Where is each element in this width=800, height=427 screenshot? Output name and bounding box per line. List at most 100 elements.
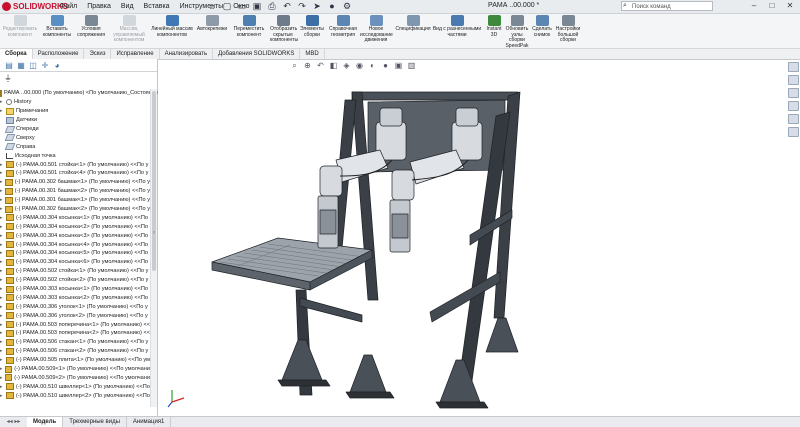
configuration-tab-icon[interactable]: ◫ [28,61,38,70]
assembly-model[interactable] [211,91,521,409]
tree-component[interactable]: ▸ (-) РАМА.00.304 косынка<1> (По умолчани… [0,213,150,222]
tree-item-label: (-) РАМА.00.304 косынка<5> (По умолчанию… [16,250,149,257]
print-icon[interactable]: ⎙ [266,1,278,12]
tree-component[interactable]: ▸ (-) РАМА.00.302 башмак<1> (По умолчанию… [0,178,150,187]
tree-component[interactable]: ▸ (-) РАМА.00.301 башмак<1> (По умолчанию… [0,196,150,205]
toolbar-button-0[interactable]: Редактировать компонент [2,15,38,38]
part-icon [6,347,14,355]
menu-2[interactable]: Вид [121,1,134,12]
menu-1[interactable]: Правка [87,1,111,12]
command-tab-5[interactable]: Добавления SOLIDWORKS [213,49,301,59]
save-icon[interactable]: ▣ [251,1,263,12]
toolbar-button-4[interactable]: Линейный массив компонентов [150,15,194,38]
open-icon[interactable]: ▭ [236,1,248,12]
options-icon[interactable]: ⚙ [341,1,353,12]
toolbar-button-5[interactable]: Автокрепежи [195,15,229,33]
menu-3[interactable]: Вставка [144,1,170,12]
tree-component[interactable]: ▸ (-) РАМА.00.303 косынка<2> (По умолчани… [0,293,150,302]
tree-item[interactable]: Датчики [0,116,150,125]
tree-component[interactable]: ▸ (-) РАМА.00.509<1> (По умолчанию) <<По … [0,365,150,374]
appearances-icon[interactable] [788,114,799,124]
scrollbar-thumb[interactable] [152,91,156,271]
tree-component[interactable]: ▸ (-) РАМА.00.304 косынка<5> (По умолчани… [0,249,150,258]
command-tab-3[interactable]: Исправление [111,49,160,59]
toolbar-button-15[interactable]: Сделать снимок [531,15,553,38]
tree-item[interactable]: ▸ Примечания [0,107,150,116]
feature-tree-tab-icon[interactable]: ▤ [4,61,14,70]
toolbar-button-12[interactable]: Вид с разнесенными частями [432,15,482,38]
command-tab-4[interactable]: Анализировать [160,49,214,59]
toolbar-button-8[interactable]: Элементы сборки [297,15,327,38]
tree-item[interactable]: Спереди [0,125,150,134]
minimize-icon[interactable]: – [746,0,762,12]
tree-component[interactable]: ▸ (-) РАМА.00.506 стакан<2> (По умолчанию… [0,347,150,356]
search-commands[interactable]: ⌕ Поиск команд [621,1,713,11]
tree-component[interactable]: ▸ (-) РАМА.00.306 уголок<1> (По умолчанию… [0,302,150,311]
graphics-area[interactable] [157,59,787,416]
toolbar-button-7[interactable]: Отобразить скрытые компоненты [270,15,298,44]
tree-component[interactable]: ▸ (-) РАМА.00.304 косынка<2> (По умолчани… [0,222,150,231]
property-manager-tab-icon[interactable]: ▦ [16,61,26,70]
toolbar-button-9[interactable]: Справочная геометрия [328,15,358,38]
tree-scrollbar[interactable] [150,89,157,407]
command-tab-6[interactable]: MBD [300,49,325,59]
maximize-icon[interactable]: □ [764,0,780,12]
command-tab-2[interactable]: Эскиз [84,49,112,59]
toolbar-button-16[interactable]: Настройки большой сборки [554,15,582,44]
tree-component[interactable]: ▸ (-) РАМА.00.303 косынка<1> (По умолчани… [0,285,150,294]
tree-component[interactable]: ▸ (-) РАМА.00.304 косынка<6> (По умолчани… [0,258,150,267]
tree-component[interactable]: ▸ (-) РАМА.00.510 швеллер<2> (По умолчани… [0,391,150,400]
tree-component[interactable]: ▸ (-) РАМА.00.501 стойка<4> (По умолчанию… [0,169,150,178]
frame-back-beam [351,91,519,101]
tree-item[interactable]: Справа [0,142,150,151]
rebuild-icon[interactable]: ● [326,1,338,12]
tree-component[interactable]: ▸ (-) РАМА.00.510 швеллер<1> (По умолчани… [0,382,150,391]
tree-component[interactable]: ▸ (-) РАМА.00.503 поперечина<1> (По умолч… [0,320,150,329]
command-tab-0[interactable]: Сборка [0,49,33,59]
tree-component[interactable]: ▸ (-) РАМА.00.509<2> (По умолчанию) <<По … [0,374,150,383]
dimxpert-tab-icon[interactable]: ✛ [40,61,50,70]
design-library-icon[interactable] [788,75,799,85]
toolbar-button-13[interactable]: Instant 3D [486,15,502,38]
toolbar-button-14[interactable]: Обновить узлы сборки SpeedPak [504,15,530,49]
tree-component[interactable]: ▸ (-) РАМА.00.306 уголок<2> (По умолчанию… [0,311,150,320]
resources-icon[interactable] [788,62,799,72]
tree-component[interactable]: ▸ (-) РАМА.00.301 башмак<2> (По умолчанию… [0,187,150,196]
custom-properties-icon[interactable] [788,127,799,137]
close-icon[interactable]: ✕ [782,0,798,12]
redo-icon[interactable]: ↷ [296,1,308,12]
tree-item-label: (-) РАМА.00.301 башмак<2> (По умолчанию)… [14,188,150,195]
tree-item[interactable]: Сверху [0,133,150,142]
tree-component[interactable]: ▸ (-) РАМА.00.501 стойка<1> (По умолчанию… [0,160,150,169]
file-explorer-icon[interactable] [788,88,799,98]
tree-component[interactable]: ▸ (-) РАМА.00.304 косынка<4> (По умолчани… [0,240,150,249]
toolbar-button-2[interactable]: Условия сопряжения [75,15,107,38]
new-icon[interactable]: ▢ [221,1,233,12]
tree-component[interactable]: ▸ (-) РАМА.00.302 башмак<2> (По умолчанию… [0,205,150,214]
toolbar-button-11[interactable]: Спецификация [395,15,431,33]
tree-component[interactable]: ▸ (-) РАМА.00.502 стойка<2> (По умолчанию… [0,276,150,285]
select-icon[interactable]: ➤ [311,1,323,12]
undo-icon[interactable]: ↶ [281,1,293,12]
tree-item[interactable]: ▸ History [0,98,150,107]
view-palette-icon[interactable] [788,101,799,111]
home-icon[interactable]: ⌂ [206,1,218,12]
solidworks-logo[interactable]: SOLIDWORKS [2,1,68,12]
toolbar-button-3[interactable]: Массив, управляемый компонентом [108,15,150,44]
tree-component[interactable]: ▸ (-) РАМА.00.505 плита<1> (По умолчанию)… [0,356,150,365]
panel-collapse-icon[interactable]: ‹ [153,230,155,236]
tree-component[interactable]: ▸ (-) РАМА.00.506 стакан<1> (По умолчанию… [0,338,150,347]
tree-root[interactable]: РАМА ..00.000 (По умолчанию) <По умолчан… [0,89,158,98]
tree-component[interactable]: ▸ (-) РАМА.00.503 поперечина<2> (По умолч… [0,329,150,338]
command-tab-1[interactable]: Расположение [33,49,85,59]
toolbar-button-6[interactable]: Переместить компонент [230,15,268,38]
toolbar-button-10[interactable]: Новое исследование движения [360,15,393,44]
tree-item[interactable]: Исходная точка [0,151,150,160]
toolbar-button-icon [535,15,549,26]
display-manager-tab-icon[interactable]: ◕ [52,61,62,70]
menu-0[interactable]: Файл [60,1,77,12]
tree-component[interactable]: ▸ (-) РАМА.00.304 косынка<3> (По умолчани… [0,231,150,240]
filter-icon[interactable]: ⏚ [4,73,12,84]
toolbar-button-1[interactable]: Вставить компоненты [40,15,74,38]
tree-component[interactable]: ▸ (-) РАМА.00.502 стойка<1> (По умолчанию… [0,267,150,276]
